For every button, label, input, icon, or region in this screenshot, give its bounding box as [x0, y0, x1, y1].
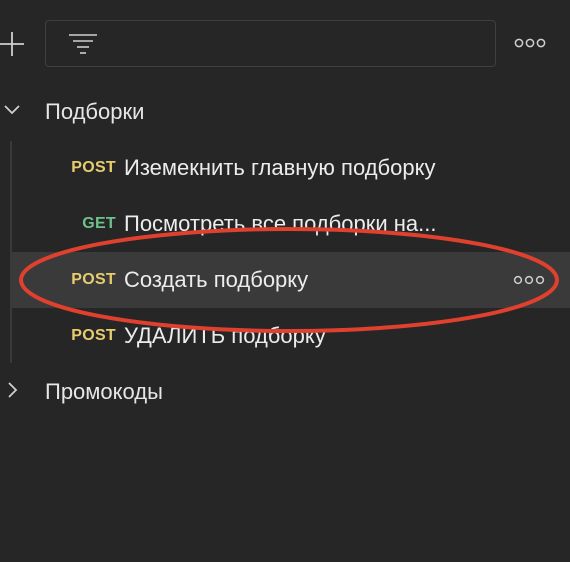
search-box[interactable] [45, 20, 496, 68]
filter-icon[interactable] [68, 33, 98, 55]
request-label: Создать подборку [124, 267, 309, 292]
row-more-button[interactable] [513, 273, 545, 287]
folder-promokody[interactable]: Промокоды [0, 364, 570, 420]
add-button[interactable] [0, 30, 26, 58]
toolbar [0, 0, 570, 86]
folder-label: Промокоды [45, 379, 163, 404]
method-badge: GET [82, 215, 116, 232]
folder-label: Подборки [45, 99, 145, 124]
request-item[interactable]: POST УДАЛИТЬ подборку [12, 308, 570, 364]
chevron-right-icon [8, 382, 18, 398]
method-badge: POST [71, 271, 116, 288]
request-label: УДАЛИТЬ подборку [124, 323, 326, 348]
request-label: Иземекнить главную подборку [124, 155, 436, 180]
more-horizontal-icon [514, 38, 546, 48]
folder-podborki[interactable]: Подборки [0, 84, 570, 140]
more-options-button[interactable] [514, 36, 546, 50]
plus-icon [0, 32, 24, 56]
request-item[interactable]: POST Иземекнить главную подборку [12, 140, 570, 196]
more-horizontal-icon [513, 275, 545, 285]
method-badge: POST [71, 159, 116, 176]
search-input[interactable] [112, 21, 486, 68]
chevron-down-icon [4, 105, 20, 115]
request-label: Посмотреть все подборки на... [124, 211, 437, 236]
method-badge: POST [71, 327, 116, 344]
request-item-selected[interactable]: POST Создать подборку [12, 252, 570, 308]
request-item[interactable]: GET Посмотреть все подборки на... [12, 196, 570, 252]
